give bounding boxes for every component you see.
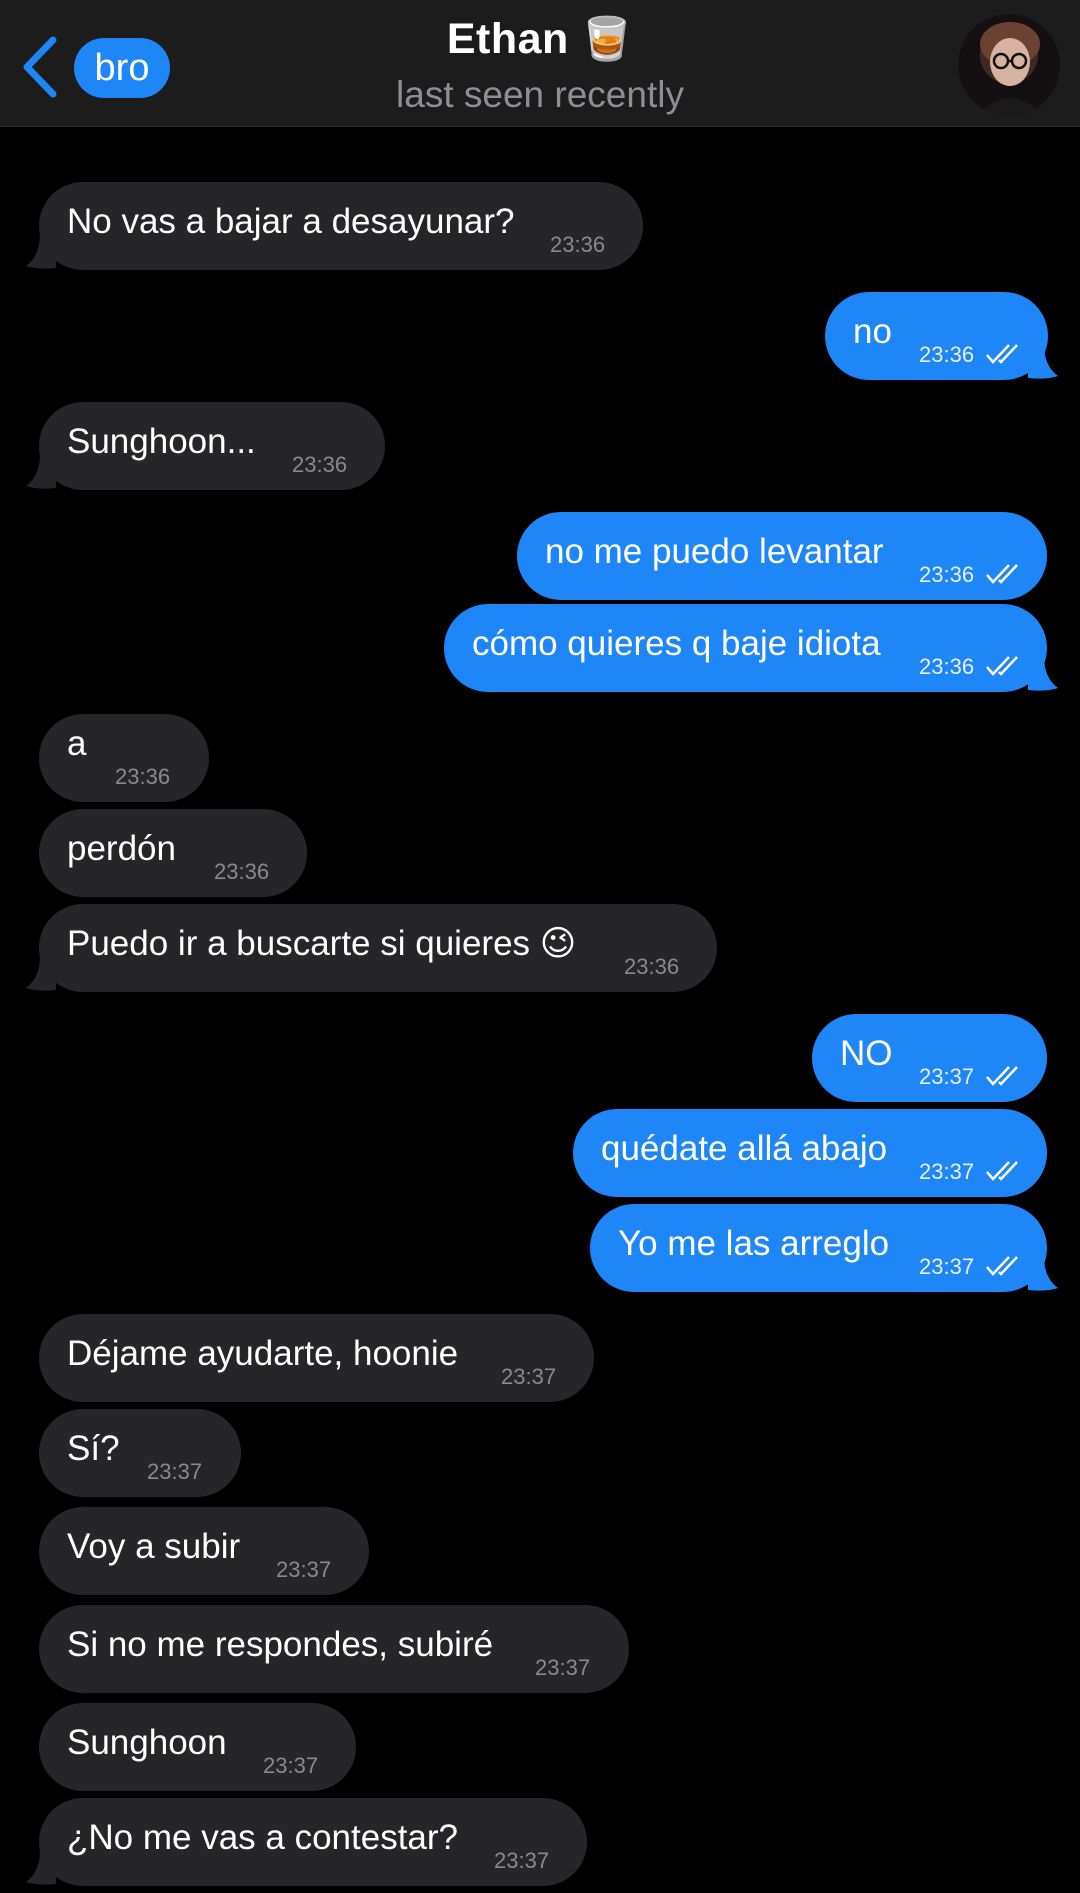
unread-chats-badge[interactable]: bro	[74, 38, 170, 98]
message-text: cómo quieres q baje idiota	[472, 624, 881, 663]
message-text: Puedo ir a buscarte si quieres 😉	[67, 924, 577, 963]
message-text: Voy a subir	[67, 1527, 241, 1566]
message-time: 23:36	[214, 859, 270, 884]
chat-header: bro Ethan 🥃 last seen recently	[0, 0, 1080, 127]
read-double-check-icon	[986, 344, 1018, 364]
message-text: NO	[840, 1034, 893, 1073]
avatar-photo-icon	[976, 22, 1044, 116]
bubble-tail	[26, 1850, 56, 1885]
incoming-message[interactable]: Déjame ayudarte, hoonie 23:37	[39, 1314, 594, 1402]
outgoing-message[interactable]: no 23:36	[825, 292, 1048, 380]
back-button[interactable]	[18, 34, 62, 100]
incoming-message[interactable]: Sunghoon 23:37	[39, 1703, 356, 1791]
message-time: 23:37	[919, 1159, 975, 1184]
message-text: Déjame ayudarte, hoonie	[67, 1334, 459, 1373]
outgoing-message[interactable]: quédate allá abajo 23:37	[573, 1109, 1047, 1197]
message-time: 23:37	[276, 1557, 332, 1582]
message-text: Sunghoon...	[67, 422, 256, 461]
outgoing-message[interactable]: Yo me las arreglo 23:37	[590, 1204, 1047, 1292]
incoming-message[interactable]: Si no me respondes, subiré 23:37	[39, 1605, 629, 1693]
incoming-message[interactable]: Sí? 23:37	[39, 1409, 241, 1497]
message-time: 23:37	[263, 1753, 319, 1778]
message-time: 23:37	[494, 1848, 550, 1873]
message-time: 23:37	[501, 1364, 557, 1389]
read-double-check-icon	[986, 1066, 1018, 1086]
message-time: 23:36	[919, 562, 975, 587]
message-text: a	[67, 724, 87, 763]
message-text: Yo me las arreglo	[618, 1224, 890, 1263]
outgoing-message[interactable]: cómo quieres q baje idiota 23:36	[444, 604, 1047, 692]
message-time: 23:36	[115, 764, 171, 789]
contact-avatar[interactable]	[958, 14, 1060, 116]
message-text: Si no me respondes, subiré	[67, 1625, 494, 1664]
message-time: 23:37	[535, 1655, 591, 1680]
last-seen-status: last seen recently	[396, 74, 684, 115]
bubble-tail	[1028, 1256, 1058, 1291]
message-time: 23:36	[550, 232, 606, 257]
bubble-tail	[1028, 656, 1058, 691]
message-time: 23:36	[624, 954, 680, 979]
message-text: Sí?	[67, 1429, 120, 1468]
whisky-glass-icon: 🥃	[580, 15, 634, 62]
read-double-check-icon	[986, 1256, 1018, 1276]
bubble-tail	[26, 234, 56, 269]
outgoing-message[interactable]: NO 23:37	[812, 1014, 1047, 1102]
incoming-message[interactable]: perdón 23:36	[39, 809, 307, 897]
message-text: no	[853, 312, 892, 351]
incoming-message[interactable]: a 23:36	[39, 714, 209, 802]
contact-name: Ethan	[446, 14, 569, 63]
incoming-message[interactable]: Sunghoon... 23:36	[39, 402, 385, 490]
message-text: No vas a bajar a desayunar?	[67, 202, 515, 241]
read-double-check-icon	[986, 656, 1018, 676]
message-text: ¿No me vas a contestar?	[67, 1818, 458, 1857]
message-text: Sunghoon	[67, 1723, 227, 1762]
message-time: 23:36	[292, 452, 348, 477]
bubble-tail	[26, 956, 56, 991]
message-text: quédate allá abajo	[601, 1129, 888, 1168]
chat-title-area[interactable]: Ethan 🥃 last seen recently	[290, 10, 790, 116]
message-time: 23:37	[147, 1459, 203, 1484]
read-double-check-icon	[986, 1161, 1018, 1181]
message-time: 23:36	[919, 654, 975, 679]
message-text: perdón	[67, 829, 176, 868]
incoming-message[interactable]: Puedo ir a buscarte si quieres 😉 23:36	[39, 904, 717, 992]
message-text: no me puedo levantar	[545, 532, 884, 571]
chevron-left-icon	[23, 36, 57, 98]
bubble-tail	[26, 454, 56, 489]
message-time: 23:37	[919, 1254, 975, 1279]
incoming-message[interactable]: Voy a subir 23:37	[39, 1507, 369, 1595]
message-time: 23:37	[919, 1064, 975, 1089]
read-double-check-icon	[986, 564, 1018, 584]
outgoing-message[interactable]: no me puedo levantar 23:36	[517, 512, 1047, 600]
message-time: 23:36	[919, 342, 975, 367]
bubble-tail	[1028, 344, 1058, 379]
incoming-message[interactable]: No vas a bajar a desayunar? 23:36	[39, 182, 643, 270]
incoming-message[interactable]: ¿No me vas a contestar? 23:37	[39, 1798, 587, 1886]
